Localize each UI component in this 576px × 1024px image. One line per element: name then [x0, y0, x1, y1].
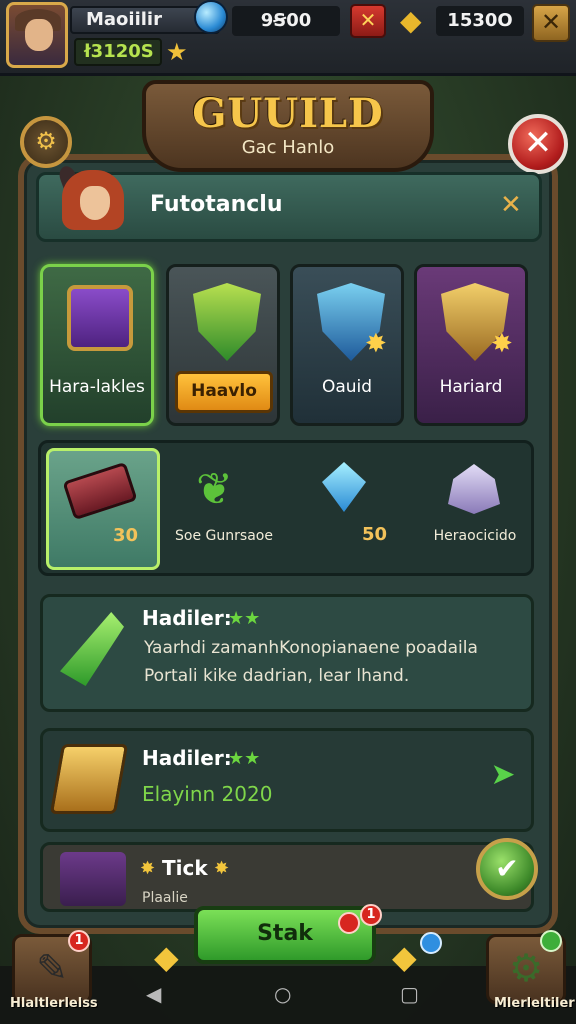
hud-close-button[interactable]: ✕ [532, 4, 570, 42]
recents-icon[interactable]: ▢ [400, 982, 419, 1006]
item-slot-3[interactable]: 50 [300, 448, 400, 570]
item-slot-1[interactable]: 30 [46, 448, 160, 570]
quest-subtitle: Plaalie [142, 890, 188, 906]
green-shield-icon [191, 279, 261, 361]
category-card-4[interactable]: ✸ Hariard [414, 264, 528, 426]
category-card-1[interactable]: Hara-lakles [40, 264, 154, 426]
map-scroll-icon: ✎ [36, 946, 68, 990]
category-label: Hara-lakles [49, 377, 145, 397]
notification-badge-blue [420, 932, 442, 954]
start-badge-2: 1 [360, 904, 382, 926]
confirm-check-button[interactable]: ✔ [476, 838, 538, 900]
chevron-right-icon[interactable]: ➤ [486, 758, 520, 792]
treasure-chest-icon[interactable]: ✕ [350, 4, 386, 38]
category-label: Oauid [321, 377, 373, 397]
gold-gem-icon: ◆ [400, 4, 422, 37]
spark-icon: ✸ [491, 329, 513, 359]
guild-title: GUUILD [192, 90, 384, 137]
nav-label-left: Hlaltlerlelss [10, 996, 98, 1011]
quest-title: Hadiler: [142, 746, 232, 770]
golden-crest-icon: ✸ [439, 279, 513, 361]
resource-counter-1: 9Ꞩ00 [232, 6, 340, 36]
spark-icon: ✸ [365, 329, 387, 359]
start-badge-1 [338, 912, 360, 934]
shield-shape [193, 283, 261, 361]
item-value: 30 [113, 525, 139, 546]
mana-orb-icon[interactable] [194, 0, 228, 34]
resource-counter-2: 1530O [436, 6, 524, 36]
category-button[interactable]: Haavlo [175, 371, 273, 413]
item-label: Soe Gunrsaoe [175, 528, 273, 544]
quest-description-line-2: Portali kike dadrian, lear lhand. [144, 666, 410, 686]
quest-stars: ★★ [228, 608, 261, 629]
item-slot-4[interactable]: Heraocicido [420, 448, 530, 570]
item-value: 50 [362, 524, 388, 545]
hero-face [80, 186, 110, 220]
quest-description-line-1: Yaarhdi zamanhKonopianaene poadaila [144, 638, 478, 658]
home-icon[interactable]: ○ [274, 982, 291, 1006]
blue-blade-icon [60, 852, 126, 906]
section-title: Futotanclu [150, 192, 283, 217]
guild-banner: GUUILD Gac Hanlo [142, 80, 434, 172]
category-label: Hariard [439, 377, 503, 397]
chest-body [67, 285, 133, 351]
scroll-icon [62, 461, 138, 521]
avatar-face [25, 19, 53, 51]
category-card-2[interactable]: Haavlo [166, 264, 280, 426]
close-panel-button[interactable]: ✕ [508, 114, 568, 174]
guild-subtitle: Gac Hanlo [241, 137, 335, 158]
quest-subtitle: Elayinn 2020 [142, 782, 273, 806]
gold-gem-icon: ◆ [154, 938, 179, 976]
guild-emblem-icon[interactable]: ⚙ [20, 116, 72, 168]
gold-card-icon [49, 744, 129, 814]
purple-chest-icon [65, 279, 135, 359]
player-avatar[interactable] [6, 2, 68, 68]
quest-star-left: ✸ [140, 858, 156, 879]
item-label: Heraocicido [433, 528, 517, 544]
gold-counter: ł3120S [74, 38, 162, 66]
herb-leaf-icon: ❦ [196, 464, 233, 515]
quest-title: Hadiler: [142, 606, 232, 630]
category-card-3[interactable]: ✸ Oauid [290, 264, 404, 426]
hero-portrait [56, 163, 132, 240]
item-slot-2[interactable]: ❦ Soe Gunrsaoe [168, 448, 280, 570]
blue-sword-shield-icon: ✸ [315, 279, 387, 361]
quest-star-right: ✸ [214, 858, 230, 879]
crystal-sword-icon [322, 462, 366, 512]
gear-icon: ⚙ [508, 946, 544, 990]
quest-title: Tick [162, 856, 208, 880]
section-close-button[interactable]: ✕ [500, 190, 522, 220]
star-icon: ★ [166, 38, 188, 66]
notification-badge-green [540, 930, 562, 952]
quest-stars: ★★ [228, 748, 261, 769]
notification-badge: 1 [68, 930, 90, 952]
nav-label-right: Mlerleltiler [494, 996, 575, 1011]
gem-pile-icon [448, 464, 500, 514]
back-icon[interactable]: ◀ [146, 982, 161, 1006]
